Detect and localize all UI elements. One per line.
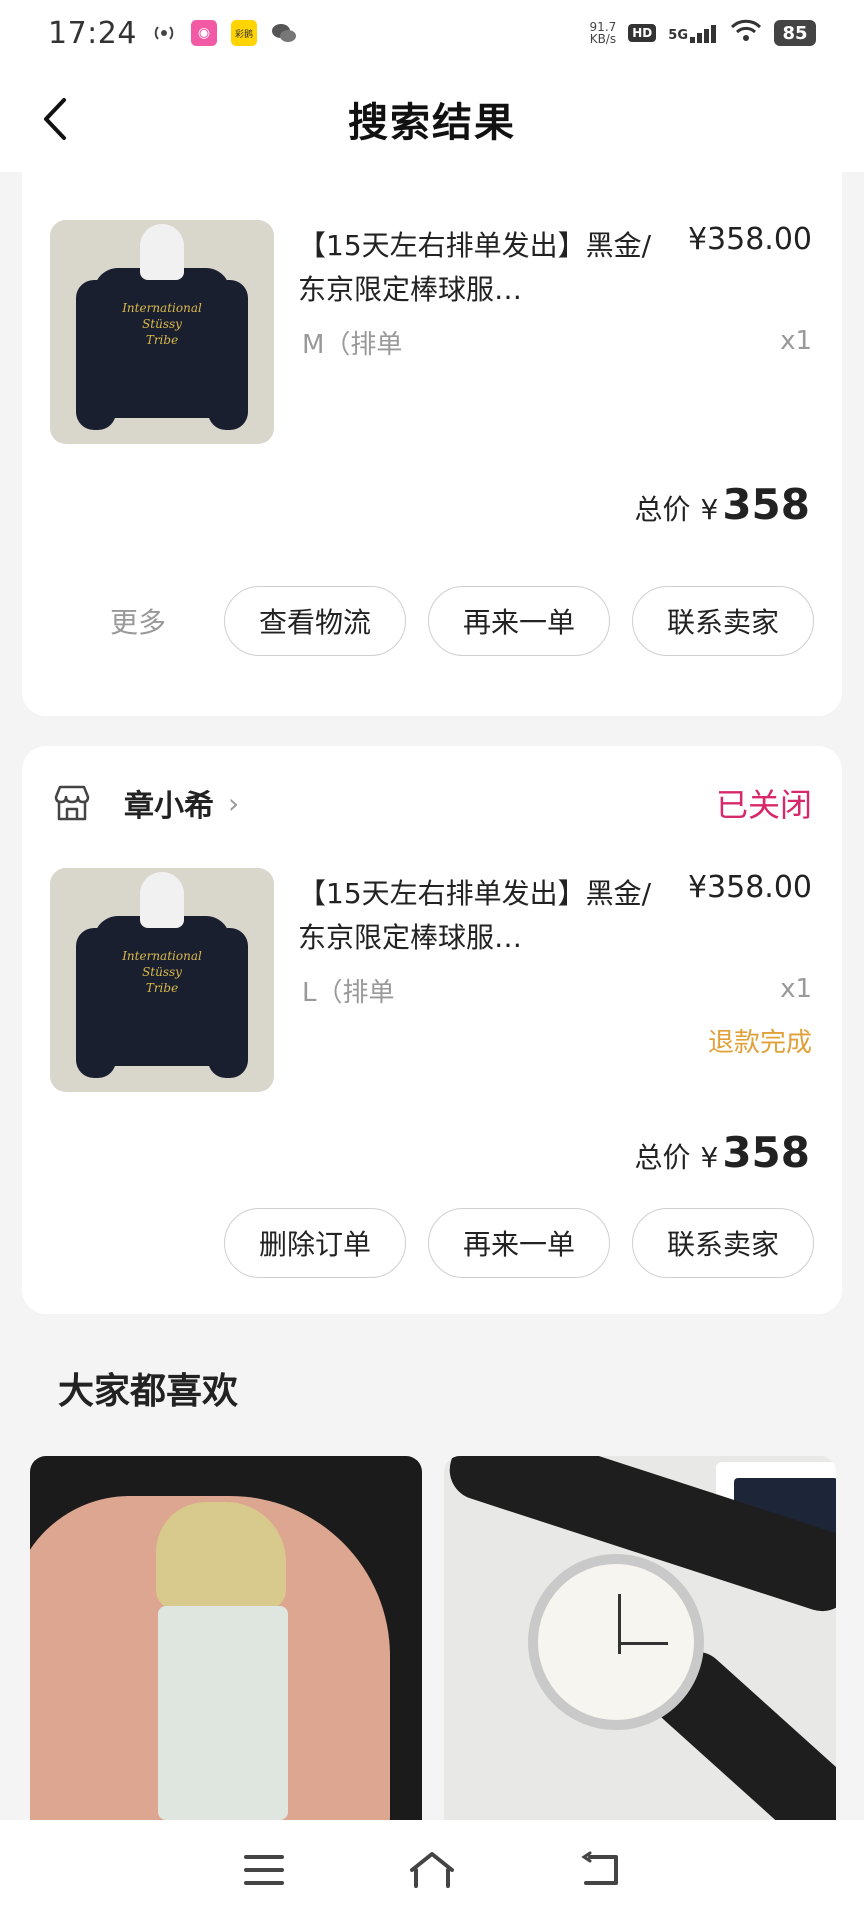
product-quantity: x1 xyxy=(780,974,812,1004)
wifi-icon xyxy=(730,19,762,47)
recommended-product-card[interactable] xyxy=(30,1456,422,1820)
shop-icon xyxy=(54,785,90,821)
product-image[interactable]: International Stüssy Tribe xyxy=(50,868,274,1092)
refund-status: 退款完成 xyxy=(707,1028,812,1058)
network-speed: 91.7 KB/s xyxy=(589,20,617,46)
recommended-product-card[interactable] xyxy=(444,1456,836,1820)
cellular-signal-icon: 5G xyxy=(668,23,718,43)
contact-seller-button[interactable]: 联系卖家 xyxy=(632,586,814,656)
order-total: 总价 ¥ 358 xyxy=(634,1128,810,1177)
order-card[interactable]: International Stüssy Tribe 【15天左右排单发出】黑金/东… xyxy=(22,110,842,716)
total-label: 总价 xyxy=(634,1141,691,1174)
return-icon xyxy=(581,1851,618,1885)
recommendations-title: 大家都喜欢 xyxy=(58,1371,239,1412)
shop-name[interactable]: 章小希 xyxy=(124,781,214,825)
reorder-button[interactable]: 再来一单 xyxy=(428,586,610,656)
order-card[interactable]: 章小希 › 已关闭 International Stüssy Tribe 【15天左… xyxy=(22,746,842,1314)
contact-seller-button[interactable]: 联系卖家 xyxy=(632,1208,814,1278)
status-time: 17:24 xyxy=(48,15,137,51)
back-button[interactable] xyxy=(34,96,80,142)
app-notification-icon: ◉ xyxy=(190,20,217,46)
shop-row[interactable]: 章小希 › 已关闭 xyxy=(52,778,812,828)
home-icon xyxy=(410,1852,454,1888)
delete-order-button[interactable]: 删除订单 xyxy=(224,1208,406,1278)
chevron-left-icon xyxy=(44,98,66,140)
reorder-button[interactable]: 再来一单 xyxy=(428,1208,610,1278)
battery-indicator: 85 xyxy=(774,20,816,46)
product-spec: L（排单 xyxy=(302,978,395,1008)
product-price: ¥358.00 xyxy=(687,222,812,257)
page-header: 搜索结果 xyxy=(0,66,864,172)
total-label: 总价 xyxy=(634,493,691,526)
product-quantity: x1 xyxy=(780,326,812,356)
product-title[interactable]: 【15天左右排单发出】黑金/东京限定棒球服… xyxy=(298,872,658,960)
order-status: 已关闭 xyxy=(715,786,812,824)
more-button[interactable]: 更多 xyxy=(110,601,166,641)
total-currency: ¥ xyxy=(700,1141,719,1174)
total-currency: ¥ xyxy=(700,493,719,526)
system-navigation-bar xyxy=(0,1820,864,1920)
product-price: ¥358.00 xyxy=(687,870,812,905)
status-bar: 17:24 ◉ 彩鹅 91.7 KB/s HD 5G 85 xyxy=(0,0,864,66)
page-title: 搜索结果 xyxy=(348,100,516,146)
chevron-right-icon: › xyxy=(228,786,240,820)
product-title[interactable]: 【15天左右排单发出】黑金/东京限定棒球服… xyxy=(298,224,658,312)
wechat-icon xyxy=(271,20,297,46)
home-button[interactable] xyxy=(402,1840,462,1900)
menu-icon xyxy=(244,1855,284,1885)
menu-button[interactable] xyxy=(234,1840,294,1900)
total-amount: 358 xyxy=(722,480,810,529)
order-actions: 更多 查看物流 再来一单 联系卖家 xyxy=(110,586,814,656)
view-logistics-button[interactable]: 查看物流 xyxy=(224,586,406,656)
product-image[interactable]: International Stüssy Tribe xyxy=(50,220,274,444)
product-photo xyxy=(528,1554,704,1730)
order-actions: 删除订单 再来一单 联系卖家 xyxy=(224,1208,814,1278)
back-nav-button[interactable] xyxy=(570,1840,630,1900)
product-spec: M（排单 xyxy=(302,330,403,360)
hd-badge: HD xyxy=(628,24,657,42)
status-notification-icons: ◉ 彩鹅 xyxy=(151,20,297,46)
caie-app-icon: 彩鹅 xyxy=(230,20,257,46)
hotspot-icon xyxy=(151,20,177,46)
total-amount: 358 xyxy=(722,1128,810,1177)
order-total: 总价 ¥ 358 xyxy=(634,480,810,529)
status-system-icons: 91.7 KB/s HD 5G 85 xyxy=(590,19,816,47)
